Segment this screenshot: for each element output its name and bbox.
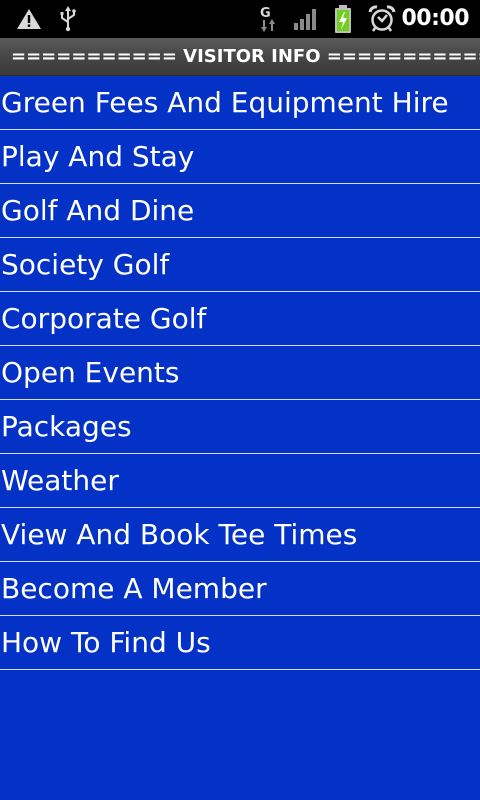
menu-item-green-fees[interactable]: Green Fees And Equipment Hire: [0, 76, 480, 130]
menu-item-find-us[interactable]: How To Find Us: [0, 616, 480, 670]
menu-item-label: Become A Member: [1, 572, 267, 605]
menu-item-label: Weather: [1, 464, 119, 497]
warning-icon: [16, 0, 42, 38]
menu-item-label: Golf And Dine: [1, 194, 195, 227]
menu-item-label: Society Golf: [1, 248, 170, 281]
alarm-clock-icon: [368, 0, 396, 38]
menu-item-packages[interactable]: Packages: [0, 400, 480, 454]
battery-charging-icon: [332, 0, 354, 38]
menu-item-become-member[interactable]: Become A Member: [0, 562, 480, 616]
menu-item-label: Play And Stay: [1, 140, 195, 173]
usb-icon: [58, 0, 78, 38]
menu-item-open-events[interactable]: Open Events: [0, 346, 480, 400]
menu-item-label: View And Book Tee Times: [1, 518, 358, 551]
gprs-data-icon: G: [258, 0, 282, 38]
signal-icon: [292, 0, 320, 38]
status-bar: G 00:00: [0, 0, 480, 38]
svg-text:G: G: [260, 6, 271, 21]
menu-item-label: Packages: [1, 410, 132, 443]
menu-list: Green Fees And Equipment Hire Play And S…: [0, 76, 480, 670]
menu-item-corporate-golf[interactable]: Corporate Golf: [0, 292, 480, 346]
menu-item-society-golf[interactable]: Society Golf: [0, 238, 480, 292]
clock-time: 00:00: [401, 6, 469, 31]
page-title: =========== VISITOR INFO ===========: [11, 46, 480, 67]
menu-item-weather[interactable]: Weather: [0, 454, 480, 508]
menu-item-golf-and-dine[interactable]: Golf And Dine: [0, 184, 480, 238]
menu-item-label: How To Find Us: [1, 626, 211, 659]
title-bar: =========== VISITOR INFO ===========: [0, 38, 480, 76]
menu-item-label: Open Events: [1, 356, 180, 389]
menu-item-label: Green Fees And Equipment Hire: [1, 86, 449, 119]
menu-item-label: Corporate Golf: [1, 302, 207, 335]
menu-item-book-tee-times[interactable]: View And Book Tee Times: [0, 508, 480, 562]
menu-item-play-and-stay[interactable]: Play And Stay: [0, 130, 480, 184]
